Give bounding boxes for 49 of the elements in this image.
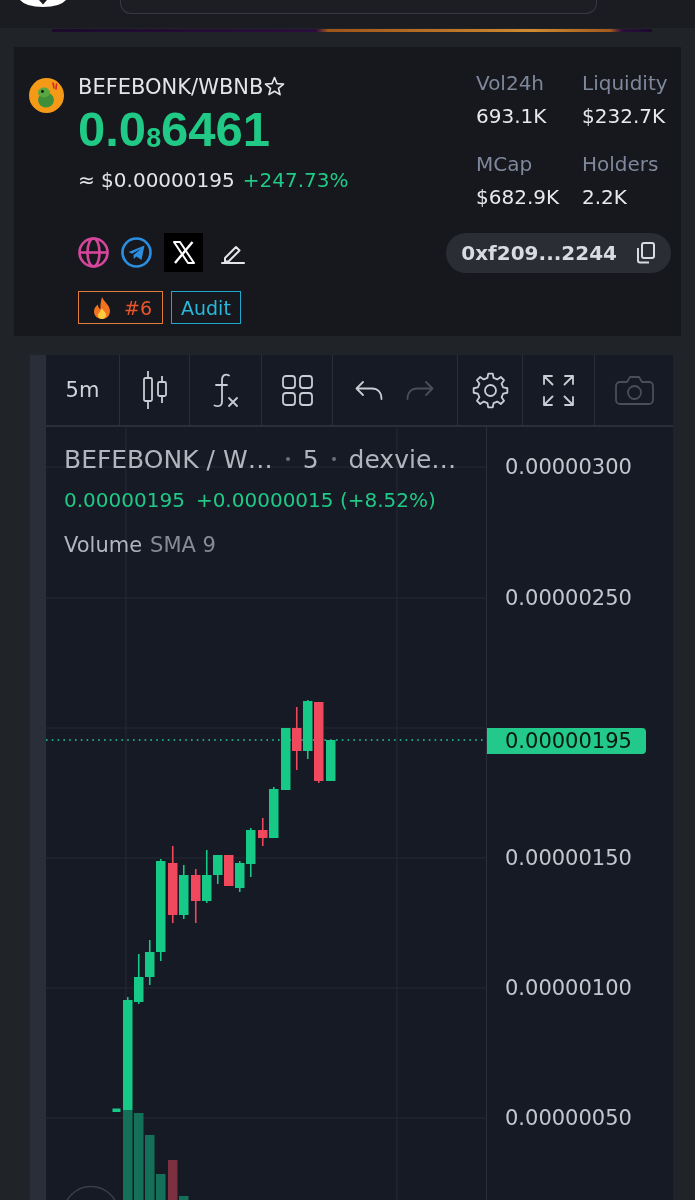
audit-badge[interactable]: Audit [171,291,241,324]
chart-interval[interactable]: 5 [302,444,319,474]
chart-symbol[interactable]: BEFEBONK / W… [64,444,273,474]
flame-icon [92,295,112,320]
candle [292,706,302,771]
candle [303,699,313,760]
price-axis-label: 0.00000100 [505,975,632,1001]
logo-icon[interactable] [20,0,66,7]
candle [281,727,291,791]
candle [191,868,201,924]
paper-plane-icon[interactable] [121,237,152,268]
price-axis-label: 0.00000300 [505,454,632,480]
stat-label: MCap [476,151,533,178]
contract-address-button[interactable]: 0xf209...2244 [446,232,671,273]
stat-value: $232.7K [582,103,666,130]
current-price-label: 0.00000195 [487,728,646,754]
price-change: +247.73% [242,167,349,193]
pair-name: BEFEBONK/WBNB [78,74,264,100]
separator-dot-icon [285,457,290,461]
price-axis-label: 0.00000050 [505,1105,632,1131]
candle [112,1108,121,1112]
stat-value: $682.9K [476,184,560,211]
star-icon[interactable] [264,76,286,97]
indicator-name[interactable]: Volume [64,533,143,557]
interval-button[interactable]: 5m [46,355,119,425]
trending-badge[interactable]: #6 [78,291,163,324]
stat-label: Vol24h [476,70,545,97]
stat-value: 693.1K [476,103,547,130]
rank-label: #6 [124,296,152,319]
stat-label: Holders [582,151,659,178]
token-logo-icon [29,78,64,113]
candle [326,739,336,782]
separator-dot-icon [331,457,336,461]
search-field[interactable] [120,0,597,14]
legend-price: 0.00000195 [64,488,185,512]
stat-value: 2.2K [582,184,627,211]
candle [224,854,234,887]
banner-strip[interactable] [52,29,652,32]
candle [179,864,189,920]
globe-icon[interactable] [78,237,109,268]
price-axis-label: 0.00000150 [505,845,632,871]
indicator-params: SMA 9 [150,533,216,557]
copy-icon[interactable] [636,241,655,264]
stat-label: Liquidity [582,70,668,97]
usd-price: ≈ $0.00000195 [78,167,235,193]
chart-source[interactable]: dexvie… [348,444,457,474]
price-axis-label: 0.00000250 [505,585,632,611]
legend-change: +0.00000015 (+8.52%) [195,488,436,512]
x-mark-icon[interactable] [164,233,203,272]
